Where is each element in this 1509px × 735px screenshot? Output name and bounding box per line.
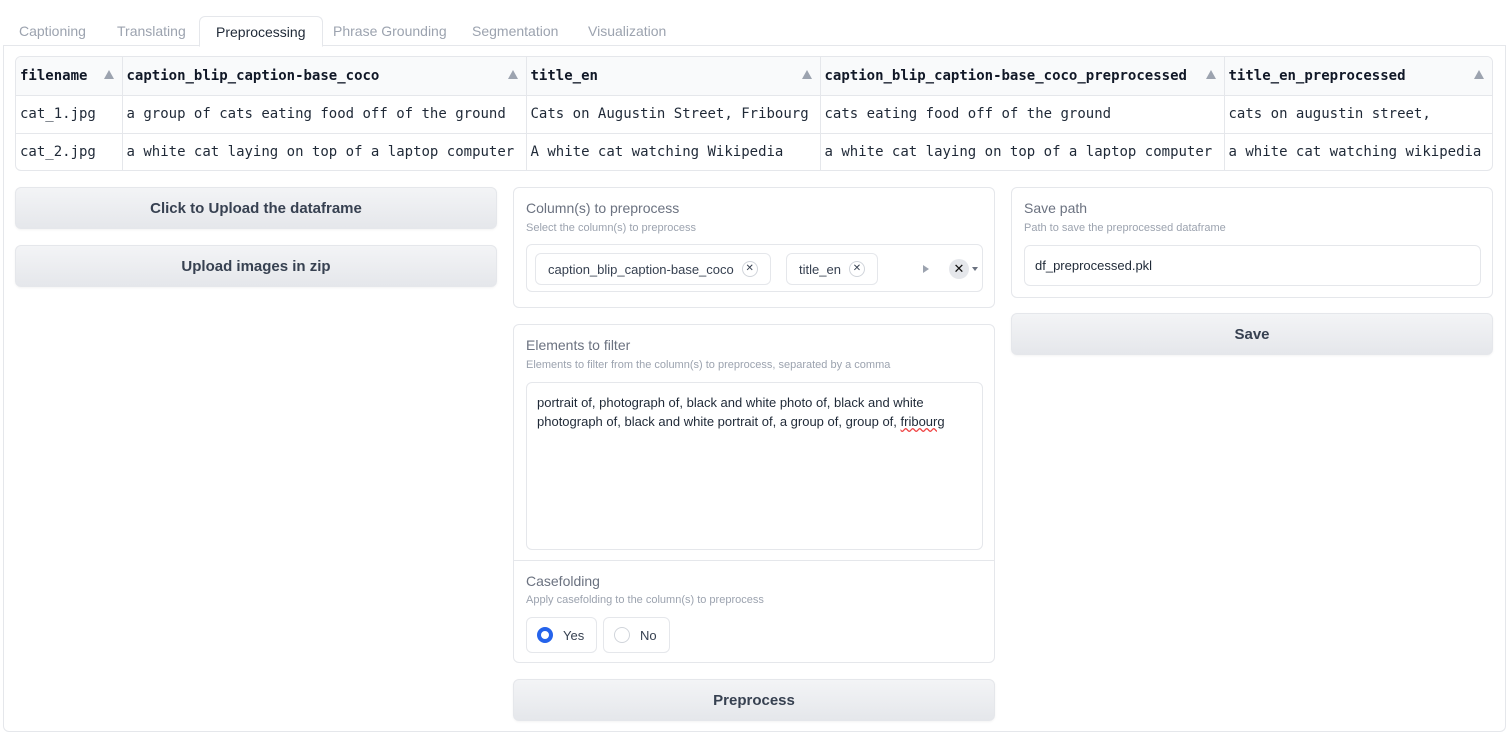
- save-path-label: Save path: [1024, 200, 1088, 216]
- filter-label: Elements to filter: [526, 337, 631, 353]
- columns-multiselect[interactable]: caption_blip_caption-base_coco ✕ title_e…: [526, 244, 983, 292]
- tab-bar: Captioning Translating Preprocessing Phr…: [3, 16, 1506, 47]
- scroll-arrow-icon[interactable]: [923, 265, 929, 273]
- table-cell[interactable]: cats eating food off of the ground: [820, 95, 1225, 134]
- table-cell[interactable]: cat_1.jpg: [16, 95, 123, 134]
- table-cell[interactable]: cat_2.jpg: [16, 133, 123, 170]
- table-cell[interactable]: a white cat laying on top of a laptop co…: [820, 133, 1225, 170]
- column-header-caption-preprocessed[interactable]: caption_blip_caption-base_coco_preproces…: [820, 57, 1225, 96]
- casefolding-label: Casefolding: [526, 573, 600, 589]
- preprocess-button[interactable]: Preprocess: [513, 679, 995, 721]
- clear-all-icon[interactable]: ✕: [949, 259, 969, 279]
- sort-icon[interactable]: [1474, 70, 1484, 79]
- sort-icon[interactable]: [103, 70, 114, 79]
- tab-translating[interactable]: Translating: [117, 16, 186, 46]
- table-cell[interactable]: cats on augustin street,: [1224, 95, 1492, 134]
- table-cell[interactable]: A white cat watching Wikipedia: [526, 133, 821, 170]
- divider: [514, 560, 994, 561]
- radio-label: No: [640, 627, 657, 643]
- table-row: cat_1.jpg a group of cats eating food of…: [16, 95, 1492, 134]
- sort-icon[interactable]: [1205, 70, 1216, 79]
- chip-label: title_en: [799, 261, 841, 277]
- sort-icon[interactable]: [801, 70, 812, 79]
- dataframe-table: filename caption_blip_caption-base_coco …: [15, 56, 1493, 171]
- radio-checked-icon: [537, 627, 553, 643]
- save-path-input[interactable]: df_preprocessed.pkl: [1024, 245, 1481, 286]
- casefolding-info: Apply casefolding to the column(s) to pr…: [526, 594, 764, 606]
- save-path-info: Path to save the preprocessed dataframe: [1024, 222, 1226, 234]
- table-cell[interactable]: a white cat laying on top of a laptop co…: [122, 133, 527, 170]
- column-header-title-en-preprocessed[interactable]: title_en_preprocessed: [1224, 57, 1492, 96]
- filter-info: Elements to filter from the column(s) to…: [526, 359, 891, 371]
- save-path-panel: Save path Path to save the preprocessed …: [1011, 187, 1493, 298]
- chip-label: caption_blip_caption-base_coco: [548, 261, 734, 277]
- table-cell[interactable]: a white cat watching wikipedia: [1224, 133, 1492, 170]
- upload-zip-button[interactable]: Upload images in zip: [15, 245, 497, 287]
- columns-label: Column(s) to preprocess: [526, 200, 680, 216]
- upload-dataframe-button[interactable]: Click to Upload the dataframe: [15, 187, 497, 229]
- filter-text: portrait of, photograph of, black and wh…: [537, 395, 924, 429]
- tab-preprocessing[interactable]: Preprocessing: [199, 16, 323, 47]
- tab-visualization[interactable]: Visualization: [588, 16, 666, 46]
- columns-info: Select the column(s) to preprocess: [526, 222, 696, 234]
- table-cell[interactable]: a group of cats eating food off of the g…: [122, 95, 527, 134]
- chip-title-column: title_en ✕: [786, 253, 878, 285]
- filter-textarea[interactable]: portrait of, photograph of, black and wh…: [526, 382, 983, 550]
- spellcheck-flagged-word: fribourg: [900, 414, 945, 429]
- column-header-title-en[interactable]: title_en: [526, 57, 821, 96]
- remove-chip-icon[interactable]: ✕: [741, 261, 758, 277]
- column-header-caption[interactable]: caption_blip_caption-base_coco: [122, 57, 527, 96]
- radio-no[interactable]: No: [603, 617, 670, 653]
- remove-chip-icon[interactable]: ✕: [848, 261, 865, 277]
- table-row: cat_2.jpg a white cat laying on top of a…: [16, 133, 1492, 170]
- chip-caption-column: caption_blip_caption-base_coco ✕: [535, 253, 771, 285]
- table-cell[interactable]: Cats on Augustin Street, Fribourg: [526, 95, 821, 134]
- radio-label: Yes: [563, 627, 585, 643]
- columns-to-preprocess-panel: Column(s) to preprocess Select the colum…: [513, 187, 995, 308]
- tab-phrase-grounding[interactable]: Phrase Grounding: [333, 16, 447, 46]
- tab-captioning[interactable]: Captioning: [19, 16, 86, 46]
- table-header-row: filename caption_blip_caption-base_coco …: [16, 57, 1492, 96]
- radio-unchecked-icon: [614, 627, 630, 643]
- chevron-down-icon[interactable]: [972, 267, 978, 271]
- tab-segmentation[interactable]: Segmentation: [472, 16, 558, 46]
- column-header-filename[interactable]: filename: [16, 57, 123, 96]
- save-button[interactable]: Save: [1011, 313, 1493, 355]
- filter-panel: Elements to filter Elements to filter fr…: [513, 324, 995, 663]
- sort-icon[interactable]: [507, 70, 518, 79]
- radio-yes[interactable]: Yes: [526, 617, 598, 653]
